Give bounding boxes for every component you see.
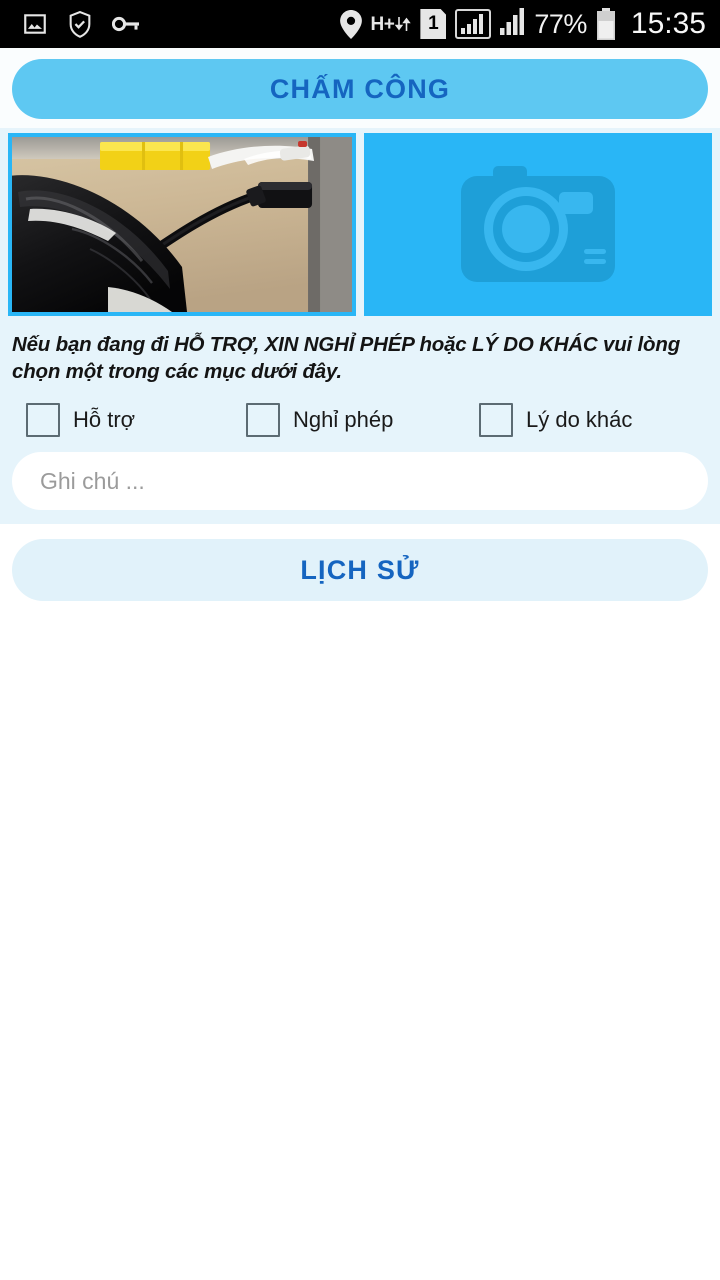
- reason-checkbox-group: Hỗ trợ Nghỉ phép Lý do khác: [0, 385, 720, 438]
- checkbox-label-ly-do-khac: Lý do khác: [526, 407, 633, 433]
- camera-capture-placeholder[interactable]: [364, 133, 712, 316]
- checkbox-label-ho-tro: Hỗ trợ: [73, 407, 136, 433]
- data-arrows-icon: [395, 14, 412, 34]
- hplus-label: H+: [370, 13, 395, 35]
- status-bar-left-icons: [22, 10, 140, 38]
- checkin-form-panel: Nếu bạn đang đi HỖ TRỢ, XIN NGHỈ PHÉP ho…: [0, 128, 720, 525]
- checkbox-item-ho-tro[interactable]: Hỗ trợ: [14, 403, 246, 438]
- camera-icon: [461, 165, 616, 282]
- checkbox-label-nghi-phep: Nghỉ phép: [293, 407, 394, 433]
- empty-content-area: [0, 601, 720, 1280]
- gallery-icon: [22, 11, 48, 37]
- header-section: CHẤM CÔNG: [0, 48, 720, 128]
- status-bar: H+ 1 77% 15:35: [0, 0, 720, 48]
- key-icon: [112, 15, 140, 33]
- sim-1-icon: 1: [420, 9, 447, 39]
- checkin-button[interactable]: CHẤM CÔNG: [12, 59, 708, 119]
- checkbox-box-ly-do-khac[interactable]: [479, 403, 513, 438]
- location-pin-icon: [339, 9, 362, 39]
- checkbox-item-nghi-phep[interactable]: Nghỉ phép: [246, 403, 479, 438]
- checkbox-box-nghi-phep[interactable]: [246, 403, 280, 438]
- app-screen: H+ 1 77% 15:35 CHẤM CÔNG Nếu bạn đang đi…: [0, 0, 720, 1280]
- status-bar-clock: 15:35: [630, 7, 706, 40]
- battery-percent-label: 77%: [534, 8, 587, 39]
- battery-icon: [596, 8, 616, 40]
- signal-bars-icon: [500, 8, 525, 40]
- status-bar-right-icons: H+ 1 77% 15:35: [339, 7, 706, 40]
- checkbox-box-ho-tro[interactable]: [26, 403, 60, 438]
- signal-bars-boxed-icon: [455, 9, 492, 39]
- note-field-wrapper: [0, 437, 720, 511]
- shield-check-icon: [68, 10, 92, 38]
- form-instructions: Nếu bạn đang đi HỖ TRỢ, XIN NGHỈ PHÉP ho…: [12, 333, 681, 384]
- captured-photo-image: [12, 137, 353, 312]
- history-button[interactable]: LỊCH SỬ: [12, 539, 708, 602]
- photo-capture-row: [0, 128, 720, 316]
- note-input[interactable]: [12, 452, 708, 511]
- hplus-data-icon: H+: [371, 14, 412, 34]
- checkbox-item-ly-do-khac[interactable]: Lý do khác: [479, 403, 679, 438]
- history-section: LỊCH SỬ: [0, 524, 720, 602]
- captured-photo-thumbnail[interactable]: [8, 133, 357, 316]
